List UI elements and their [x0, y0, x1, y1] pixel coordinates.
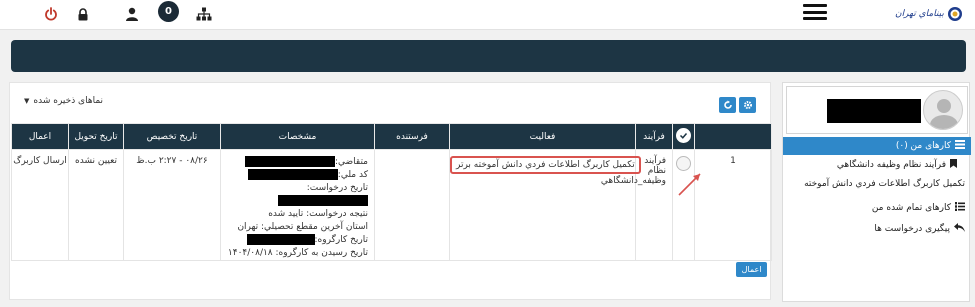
power-icon[interactable]	[40, 3, 62, 25]
sidebar-item-label: تكميل كاربرگ اطلاعات فردي دانش آموخته	[804, 179, 965, 189]
cell-process[interactable]: فرآيند نظام وظيفه_دانشگاهي	[601, 149, 701, 261]
page-banner	[11, 40, 966, 72]
select-all-checkbox[interactable]	[676, 127, 691, 143]
redaction-bar	[278, 195, 368, 206]
refresh-icon	[723, 100, 732, 109]
col-process[interactable]: فرآيند	[635, 123, 673, 150]
sidebar-item-my-tasks[interactable]: كارهای من (۰)	[783, 137, 971, 155]
sidebar-item-complete-form[interactable]: تكميل كاربرگ اطلاعات فردي دانش آموخته	[783, 177, 971, 191]
cell-index: 1	[694, 149, 772, 261]
col-activity[interactable]: فعاليت	[449, 123, 636, 150]
table-header-row: اعمال تاريخ تحويل تاريخ تخصيص مشخصات فرس…	[11, 123, 772, 150]
logo-text: بيناماي تهران	[895, 9, 944, 19]
sidebar-item-track-requests[interactable]: پيگيری درخواست ها	[783, 220, 971, 238]
user-profile-card	[786, 86, 968, 134]
workgroup-date-label: تاريخ كارگروه:	[314, 235, 369, 245]
top-bar: 0 بيناماي تهران	[0, 0, 975, 30]
cell-sender	[374, 149, 450, 261]
actions-button[interactable]: اعمال	[736, 262, 767, 277]
cell-assign-date: ۰۸/۲۶ - ۲:۲۷ ب.ظ	[123, 149, 221, 261]
redaction-bar	[244, 156, 335, 167]
col-delivery-date[interactable]: تاريخ تحويل	[68, 123, 124, 150]
gear-icon	[743, 101, 752, 109]
request-result: نتيجه درخواست: تاييد شده	[268, 209, 368, 219]
site-logo: بيناماي تهران	[895, 3, 965, 25]
col-actions[interactable]: اعمال	[11, 123, 69, 150]
national-code-label: كد ملي:	[337, 170, 368, 180]
sidebar-item-label: كارهای تمام شده من	[871, 203, 951, 213]
settings-button[interactable]	[739, 97, 756, 113]
bookmark-icon	[950, 159, 957, 171]
avatar	[923, 90, 963, 130]
tasks-table: اعمال تاريخ تحويل تاريخ تخصيص مشخصات فرس…	[11, 123, 772, 261]
col-select-all[interactable]	[672, 123, 695, 150]
province-text: استان آخرين مقطع تحصيلي: تهران	[237, 222, 368, 232]
table-row[interactable]: ارسال كاربرگ تعيين نشده ۰۸/۲۶ - ۲:۲۷ ب.ظ…	[11, 149, 772, 261]
cell-select[interactable]	[672, 149, 695, 261]
cell-action[interactable]: ارسال كاربرگ	[11, 149, 69, 261]
activity-highlight[interactable]: تكميل كاربرگ اطلاعات فردي دانش آموخته بر…	[450, 156, 641, 174]
refresh-button[interactable]	[719, 97, 736, 113]
redaction-bar	[246, 234, 315, 245]
cell-activity[interactable]: تكميل كاربرگ اطلاعات فردي دانش آموخته بر…	[449, 149, 641, 261]
cell-details: متقاضي: كد ملي: تاريخ درخواست: نتيجه درخ…	[220, 149, 375, 261]
request-date-label: تاريخ درخواست:	[306, 183, 368, 193]
checklist-icon	[955, 202, 965, 214]
sidebar-item-label: فرآيند نظام وظيفه دانشگاهي	[836, 160, 946, 170]
sidebar: كارهای من (۰) فرآيند نظام وظيفه دانشگاهي…	[782, 82, 971, 302]
arrival-date-text: تاريخ رسيدن به كارگروه: ۱۴۰۴/۰۸/۱۸	[227, 248, 368, 258]
redaction-bar	[827, 99, 921, 123]
saved-views-dropdown[interactable]: ▼ نماهای ذخيره شده	[24, 96, 103, 106]
applicant-label: متقاضي:	[334, 157, 368, 167]
red-arrow-annotation	[678, 173, 701, 196]
cell-delivery-date: تعيين نشده	[68, 149, 124, 261]
user-icon[interactable]	[121, 3, 143, 25]
menu-toggle-button[interactable]	[803, 2, 827, 22]
notification-badge[interactable]: 0	[158, 1, 179, 22]
sidebar-item-label: كارهای من (۰)	[895, 141, 951, 151]
org-chart-icon[interactable]	[193, 3, 215, 25]
reply-icon	[954, 223, 965, 235]
logo-emblem-icon	[947, 7, 962, 21]
tasks-panel: ▼ نماهای ذخيره شده اعمال تاريخ تحويل تار…	[9, 82, 772, 300]
chevron-down-icon: ▼	[24, 97, 30, 105]
col-details[interactable]: مشخصات	[220, 123, 375, 150]
sidebar-item-label: پيگيری درخواست ها	[874, 224, 950, 234]
col-sender[interactable]: فرستنده	[374, 123, 450, 150]
redaction-bar	[247, 169, 338, 180]
list-icon	[955, 140, 965, 152]
col-assign-date[interactable]: تاريخ تخصيص	[123, 123, 221, 150]
col-index	[694, 123, 772, 150]
sidebar-item-finished-tasks[interactable]: كارهای تمام شده من	[783, 199, 971, 217]
sidebar-item-military-service[interactable]: فرآيند نظام وظيفه دانشگاهي	[783, 156, 971, 174]
lock-icon[interactable]	[72, 3, 94, 25]
saved-views-label: نماهای ذخيره شده	[33, 96, 104, 106]
